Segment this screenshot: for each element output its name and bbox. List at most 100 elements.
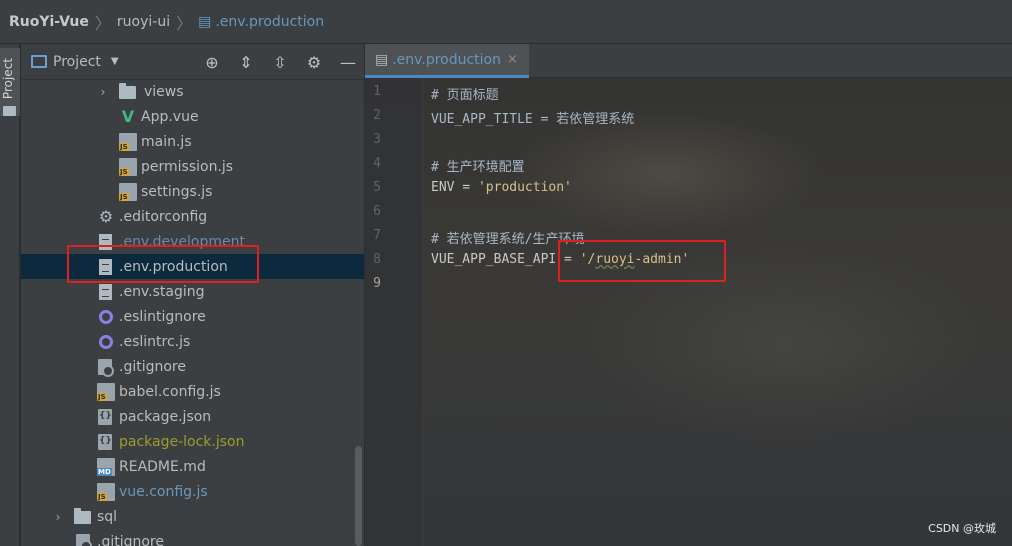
tree-item-label: .env.development xyxy=(119,233,245,250)
line-number: 5 xyxy=(373,180,381,195)
project-panel: Project ▼ ⊕ ⇕ ⇳ ⚙ — › views V App.vue JS… xyxy=(21,44,364,546)
tree-item-readme-md[interactable]: MD README.md xyxy=(21,454,364,479)
project-view-selector[interactable]: Project xyxy=(53,54,101,70)
code-editor: ▤ .env.production × 1 2 3 4 5 6 7 8 9 # … xyxy=(365,44,1012,546)
line-number-gutter: 1 2 3 4 5 6 7 8 9 xyxy=(365,78,423,546)
tree-item-label: package-lock.json xyxy=(119,433,245,450)
tree-item-gitignore[interactable]: .gitignore xyxy=(21,354,364,379)
left-tool-strip: Project xyxy=(0,44,20,546)
tree-item-root-gitignore[interactable]: .gitignore xyxy=(21,529,364,546)
tree-item-eslintrc-js[interactable]: .eslintrc.js xyxy=(21,329,364,354)
gear-icon[interactable]: ⚙ xyxy=(304,52,324,72)
text-file-icon: ▤ xyxy=(375,51,389,68)
json-file-icon xyxy=(98,433,112,450)
code-string-typo: ruoyi xyxy=(595,252,635,267)
breadcrumb-file-label: .env.production xyxy=(215,13,325,30)
tab-env-production[interactable]: ▤ .env.production × xyxy=(365,44,529,78)
tree-item-sql[interactable]: › sql xyxy=(21,504,364,529)
code-line-5[interactable]: ENV = 'production' xyxy=(431,180,572,195)
git-file-icon xyxy=(98,358,114,377)
eslint-icon xyxy=(99,309,113,324)
chevron-down-icon[interactable]: ▼ xyxy=(111,56,119,67)
gear-icon: ⚙ xyxy=(98,206,114,226)
folder-icon xyxy=(3,106,16,116)
text-file-icon xyxy=(99,283,112,300)
tree-item-eslintignore[interactable]: .eslintignore xyxy=(21,304,364,329)
tree-item-env-production[interactable]: .env.production xyxy=(21,254,364,279)
tree-item-label: settings.js xyxy=(141,183,213,200)
chevron-right-icon[interactable]: › xyxy=(97,85,109,99)
hide-panel-icon[interactable]: — xyxy=(338,52,358,72)
code-line-2[interactable]: VUE_APP_TITLE = 若依管理系统 xyxy=(431,108,634,127)
text-file-icon xyxy=(99,258,112,275)
tree-item-label: .eslintrc.js xyxy=(119,333,191,350)
code-key: ENV = xyxy=(431,180,478,195)
breadcrumb-module[interactable]: ruoyi-ui xyxy=(117,14,170,30)
tree-item-label: .editorconfig xyxy=(119,208,208,225)
project-tool-label: Project xyxy=(1,58,15,100)
text-file-icon xyxy=(99,233,112,250)
code-line-1[interactable]: # 页面标题 xyxy=(431,84,499,103)
tree-item-vue-config-js[interactable]: JS vue.config.js xyxy=(21,479,364,504)
breadcrumb-file[interactable]: ▤ .env.production xyxy=(198,14,324,30)
line-number: 3 xyxy=(373,132,381,147)
tree-item-label: views xyxy=(144,83,184,100)
tree-item-label: .eslintignore xyxy=(119,308,206,325)
project-tree-scrollbar[interactable] xyxy=(355,446,362,546)
tree-item-env-development[interactable]: .env.development xyxy=(21,229,364,254)
tree-item-env-staging[interactable]: .env.staging xyxy=(21,279,364,304)
tree-item-babel-config-js[interactable]: JS babel.config.js xyxy=(21,379,364,404)
vue-file-icon: V xyxy=(121,106,135,126)
js-file-icon: JS xyxy=(97,482,115,501)
locate-file-icon[interactable]: ⊕ xyxy=(202,52,222,72)
project-tree: › views V App.vue JS main.js JS permissi… xyxy=(21,79,364,546)
js-file-icon: JS xyxy=(119,132,137,151)
tree-item-label: permission.js xyxy=(141,158,234,175)
breadcrumb-project[interactable]: RuoYi-Vue xyxy=(9,14,89,30)
code-string: '/ xyxy=(579,252,596,267)
tree-item-package-lock-json[interactable]: package-lock.json xyxy=(21,429,364,454)
tree-item-label: main.js xyxy=(141,133,192,150)
project-panel-header: Project ▼ ⊕ ⇕ ⇳ ⚙ — xyxy=(21,44,364,80)
tree-item-package-json[interactable]: package.json xyxy=(21,404,364,429)
js-file-icon: JS xyxy=(97,382,115,401)
tree-item-label: sql xyxy=(97,508,118,525)
tree-item-label: .env.staging xyxy=(119,283,205,300)
code-line-4[interactable]: # 生产环境配置 xyxy=(431,156,525,175)
tree-item-label: package.json xyxy=(119,408,212,425)
expand-all-icon[interactable]: ⇕ xyxy=(236,52,256,72)
tree-item-label: README.md xyxy=(119,458,206,475)
line-number: 9 xyxy=(373,276,381,291)
collapse-all-icon[interactable]: ⇳ xyxy=(270,52,290,72)
folder-icon xyxy=(119,83,136,99)
tree-item-label: .gitignore xyxy=(97,533,164,546)
markdown-file-icon: MD xyxy=(97,457,115,476)
breadcrumb-separator-icon: 〉 xyxy=(176,13,193,33)
line-number: 2 xyxy=(373,108,381,123)
js-file-icon: JS xyxy=(119,157,137,176)
eslint-icon xyxy=(99,334,113,349)
tree-item-views[interactable]: › views xyxy=(21,79,364,104)
line-number: 7 xyxy=(373,228,381,243)
breadcrumb-separator-icon: 〉 xyxy=(94,13,111,33)
tree-item-main-js[interactable]: JS main.js xyxy=(21,129,364,154)
tree-item-app-vue[interactable]: V App.vue xyxy=(21,104,364,129)
watermark: CSDN @玫城 xyxy=(928,522,996,535)
tree-item-label: babel.config.js xyxy=(119,383,221,400)
tree-item-settings-js[interactable]: JS settings.js xyxy=(21,179,364,204)
code-string: -admin' xyxy=(634,252,690,267)
code-line-7[interactable]: # 若依管理系统/生产环境 xyxy=(431,228,584,247)
text-file-icon: ▤ xyxy=(198,13,212,30)
tree-item-permission-js[interactable]: JS permission.js xyxy=(21,154,364,179)
js-file-icon: JS xyxy=(119,182,137,201)
code-string: 'production' xyxy=(477,180,572,195)
folder-icon xyxy=(74,508,91,524)
tree-item-label: App.vue xyxy=(141,108,199,125)
code-key: VUE_APP_BASE_API = xyxy=(431,252,580,267)
line-number: 6 xyxy=(373,204,381,219)
close-icon[interactable]: × xyxy=(507,52,518,67)
tree-item-label: .env.production xyxy=(119,258,228,275)
code-line-8[interactable]: VUE_APP_BASE_API = '/ruoyi-admin' xyxy=(431,252,689,267)
tree-item-editorconfig[interactable]: ⚙ .editorconfig xyxy=(21,204,364,229)
chevron-right-icon[interactable]: › xyxy=(52,510,64,524)
